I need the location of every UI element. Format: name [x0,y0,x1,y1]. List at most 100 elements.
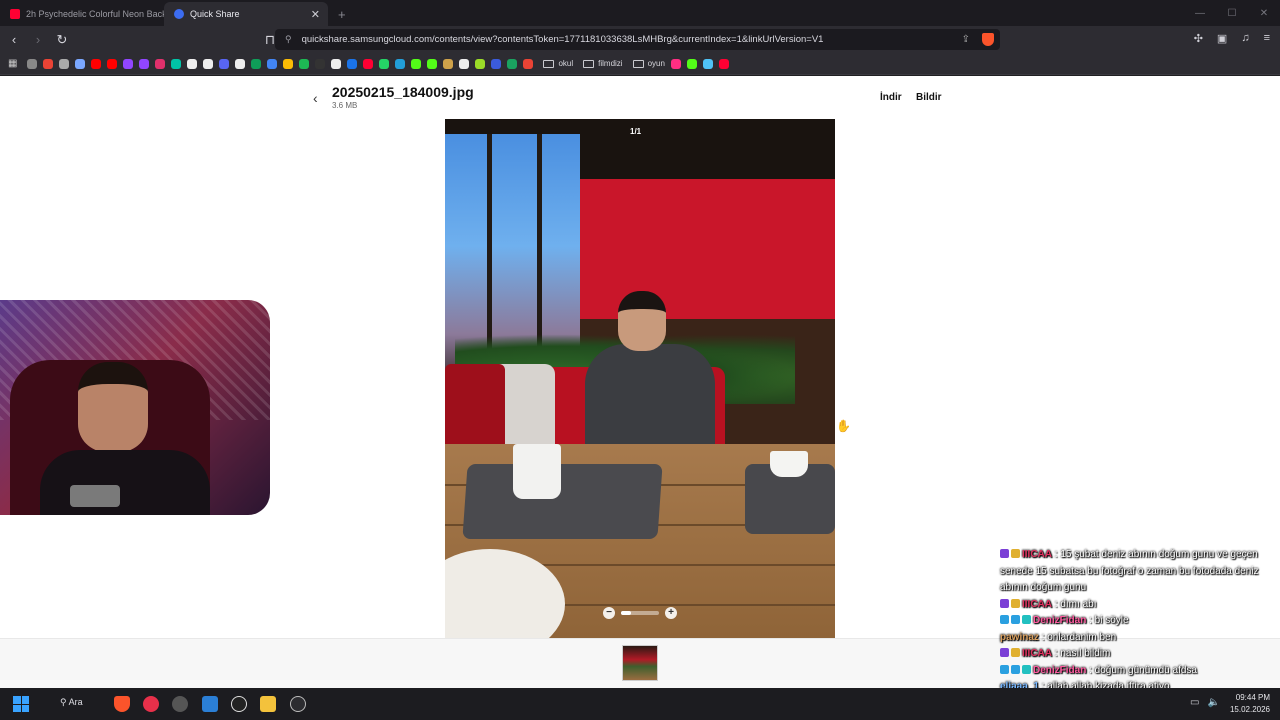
bookmark-11-icon[interactable] [203,58,214,69]
address-bar[interactable]: ⚲ quickshare.samsungcloud.com/contents/v… [275,29,1000,50]
bookmark-20-icon[interactable] [347,58,358,69]
shared-photo[interactable]: 1/1 − + [445,119,835,638]
zoom-out-button[interactable]: − [603,607,615,619]
back-icon[interactable]: ‹ [4,32,24,47]
youtube-icon [10,9,20,19]
bookmark-22-icon[interactable] [379,58,390,69]
reload-icon[interactable]: ↻ [52,32,72,48]
bookmark-27-icon[interactable] [459,58,470,69]
chat-badge-icon [1011,549,1020,558]
new-tab-button[interactable]: + [328,7,356,26]
site-info-icon[interactable]: ⚲ [285,34,292,45]
bookmark-4-icon[interactable] [91,58,102,69]
chat-username: IIICAA [1022,648,1052,659]
brave-browser-icon[interactable] [114,696,130,712]
bookmark-7-icon[interactable] [139,58,150,69]
chat-username: IIICAA [1022,549,1052,560]
bookmark-15-icon[interactable] [267,58,278,69]
menu-icon[interactable]: ≡ [1264,32,1270,45]
bookmark-21-icon[interactable] [363,58,374,69]
photos-icon[interactable] [202,696,218,712]
chat-badge-icon [1011,598,1020,608]
media-player-icon[interactable] [143,696,159,712]
download-button[interactable]: İndir [880,92,902,103]
zoom-slider[interactable] [621,611,659,615]
clock-time: 09:44 PM [1235,693,1270,702]
quick-share-icon [174,9,184,19]
bookmark-29-icon[interactable] [491,58,502,69]
zoom-control: − + [603,607,677,619]
bookmark-folder-2[interactable]: oyun [632,59,665,68]
apps-grid-icon[interactable]: ▦ [8,58,17,69]
tab-label: 2h Psychedelic Colorful Neon Backgr [26,9,164,19]
taskbar-search[interactable]: ⚲ Ara [60,697,83,708]
bookmark-1-icon[interactable] [43,58,54,69]
bookmark-extra-3-icon[interactable] [718,58,729,69]
bookmark-3-icon[interactable] [75,58,86,69]
bookmark-13-icon[interactable] [235,58,246,69]
chat-text: : nasıl bildim [1054,648,1111,659]
zoom-in-button[interactable]: + [665,607,677,619]
bookmark-extra-0-icon[interactable] [670,58,681,69]
media-icon[interactable]: ♫ [1241,32,1249,45]
bookmark-19-icon[interactable] [331,58,342,69]
minimize-icon[interactable]: — [1184,0,1216,26]
close-tab-icon[interactable]: ✕ [311,8,320,21]
bookmark-extra-2-icon[interactable] [702,58,713,69]
stream-chat-overlay: IIICAA : 15 şubat deniz abının doğum gun… [1000,547,1270,696]
bookmark-17-icon[interactable] [299,58,310,69]
bookmark-14-icon[interactable] [251,58,262,69]
windows-start-icon[interactable] [13,696,29,712]
bookmark-9-icon[interactable] [171,58,182,69]
app-icon[interactable] [231,696,247,712]
photo-thumbnail[interactable] [622,645,658,681]
bookmark-0-icon[interactable] [27,58,38,69]
network-icon[interactable]: ▭ [1190,697,1199,708]
volume-icon[interactable]: 🔈 [1207,697,1219,708]
bookmark-23-icon[interactable] [395,58,406,69]
tab-quick-share[interactable]: Quick Share ✕ [164,2,328,26]
taskbar: ⚲ Ara ▭ 🔈 09:44 PM 15.02.2026 [0,688,1280,720]
report-button[interactable]: Bildir [916,92,942,103]
bookmark-24-icon[interactable] [411,58,422,69]
recording-app-icon[interactable] [290,696,306,712]
bookmark-26-icon[interactable] [443,58,454,69]
bookmark-30-icon[interactable] [507,58,518,69]
chat-text: : doğum günümdü afdsa [1089,664,1197,676]
bookmark-6-icon[interactable] [123,58,134,69]
bookmark-folder-label: okul [558,59,574,68]
bookmark-31-icon[interactable] [523,58,534,69]
file-explorer-icon[interactable] [260,696,276,712]
bookmark-28-icon[interactable] [475,58,486,69]
chat-message: DenizFidan : bi söyle [1000,613,1270,630]
wallet-icon[interactable]: ▣ [1217,32,1227,45]
chat-message: IIICAA : dımı abı [1000,597,1270,614]
brave-shields-icon[interactable] [982,33,994,46]
back-arrow-icon[interactable]: ‹ [313,90,318,106]
bookmark-extra-1-icon[interactable] [686,58,697,69]
chat-username: IIICAA [1022,598,1052,610]
bookmark-2-icon[interactable] [59,58,70,69]
extensions-icon[interactable]: ✣ [1194,32,1203,45]
tab-label: Quick Share [190,9,240,19]
bookmark-16-icon[interactable] [283,58,294,69]
bookmark-18-icon[interactable] [315,58,326,69]
bookmark-folder-1[interactable]: filmdizi [583,59,623,68]
bookmark-folder-0[interactable]: okul [543,59,573,68]
bookmark-8-icon[interactable] [155,58,166,69]
bookmark-10-icon[interactable] [187,58,198,69]
forward-icon[interactable]: › [28,32,48,47]
maximize-icon[interactable]: ☐ [1216,0,1248,26]
chat-badge-icon [1000,648,1009,657]
obs-icon[interactable] [172,696,188,712]
tab-youtube[interactable]: 2h Psychedelic Colorful Neon Backgr [0,2,164,26]
clock[interactable]: 09:44 PM 15.02.2026 [1230,692,1270,716]
close-window-icon[interactable]: ✕ [1248,0,1280,26]
folder-icon [543,59,555,68]
bookmark-5-icon[interactable] [107,58,118,69]
share-icon[interactable]: ⇪ [962,34,970,45]
bookmark-12-icon[interactable] [219,58,230,69]
webcam-overlay [0,300,270,515]
system-tray: ▭ 🔈 [1190,697,1220,708]
bookmark-25-icon[interactable] [427,58,438,69]
